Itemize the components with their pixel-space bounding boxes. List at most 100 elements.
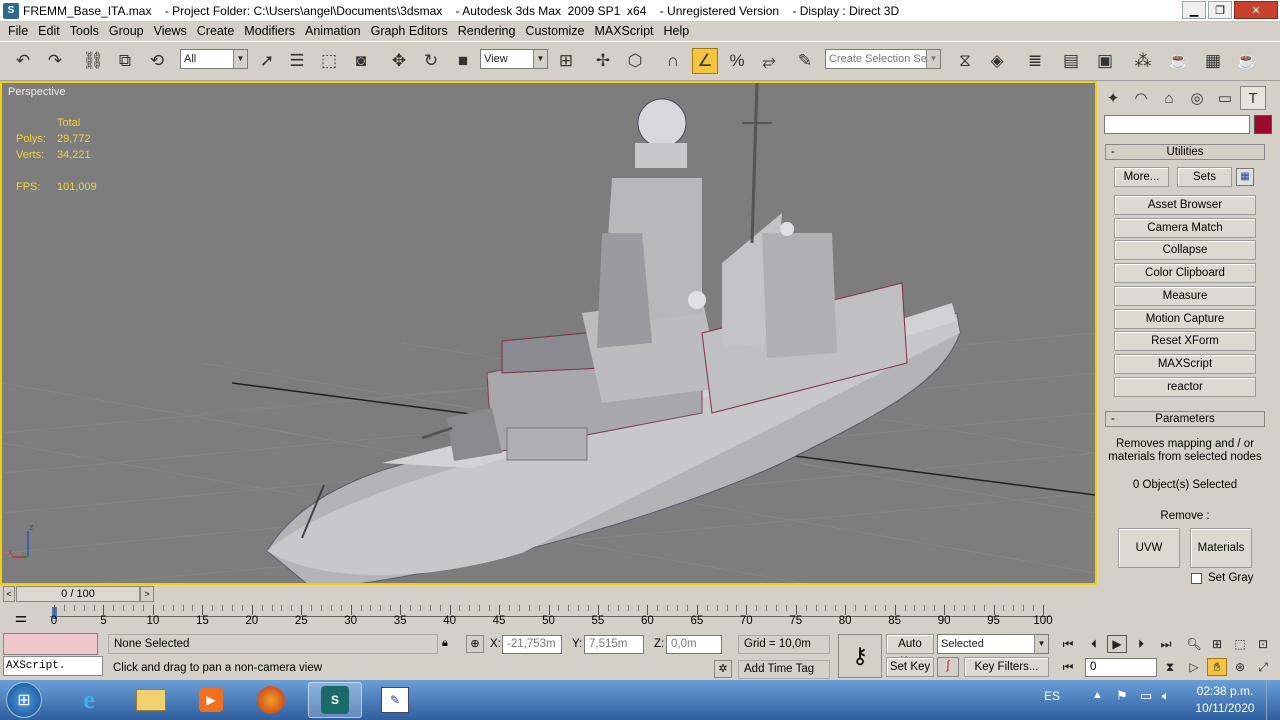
menu-modifiers[interactable]: Modifiers [239, 22, 300, 41]
keyboard-shortcut-override-icon[interactable]: ⬡ [622, 48, 648, 74]
auto-key-button[interactable]: Auto Key [886, 634, 934, 668]
menu-animation[interactable]: Animation [300, 22, 366, 41]
window-crossing-icon[interactable]: ◙ [348, 48, 374, 74]
key-filters-button[interactable]: Key Filters... [964, 657, 1049, 677]
color-clipboard-button[interactable]: Color Clipboard [1114, 263, 1256, 283]
key-mode-toggle-icon[interactable]: ⏮ [1058, 658, 1078, 676]
perspective-viewport[interactable]: Perspective Total Polys: 29,772 Verts: 3… [0, 81, 1097, 585]
configure-button-sets-icon[interactable]: ▦ [1236, 168, 1254, 186]
object-color-swatch[interactable] [1254, 115, 1272, 134]
object-name-field[interactable] [1104, 115, 1250, 134]
next-frame-icon[interactable]: ⏵ [1131, 635, 1151, 653]
menu-edit[interactable]: Edit [33, 22, 65, 41]
absolute-mode-transform-icon[interactable]: ⊕ [466, 635, 484, 653]
material-editor-icon[interactable]: ⁂ [1130, 48, 1156, 74]
angle-snap-icon[interactable]: ∠ [692, 48, 718, 74]
maxscript-mini-listener[interactable]: AXScript. [3, 656, 103, 676]
align-icon[interactable]: ◈ [984, 48, 1010, 74]
pivot-center-icon[interactable]: ⊞ [553, 48, 579, 74]
rendered-frame-window-icon[interactable]: ▦ [1200, 48, 1226, 74]
reactor-button[interactable]: reactor [1114, 377, 1256, 397]
mirror-icon[interactable]: ⧖ [952, 48, 978, 74]
sets-button[interactable]: Sets [1177, 167, 1232, 187]
mini-curve-editor-icon[interactable]: ⚌ [10, 609, 32, 627]
menu-group[interactable]: Group [104, 22, 149, 41]
spinner-snap-icon[interactable]: ⥂ [756, 48, 782, 74]
modify-tab-icon[interactable]: ◠ [1128, 86, 1154, 110]
zoom-extents-all-icon[interactable]: ⊡ [1253, 635, 1273, 653]
internet-explorer-icon[interactable]: e [62, 682, 116, 718]
menu-customize[interactable]: Customize [520, 22, 589, 41]
parameters-rollout-header[interactable]: - Parameters [1105, 411, 1265, 427]
restore-button[interactable]: ❐ [1208, 1, 1232, 19]
slider-prev-icon[interactable]: < [3, 586, 15, 602]
reference-coordinate-dropdown[interactable]: View ▼ [480, 49, 548, 69]
menu-create[interactable]: Create [192, 22, 240, 41]
clock-date[interactable]: 10/11/2020 [1192, 701, 1258, 715]
orbit-icon[interactable]: ⊛ [1230, 658, 1250, 676]
uvw-button[interactable]: UVW [1118, 528, 1180, 568]
maxscript-button[interactable]: MAXScript [1114, 354, 1256, 374]
play-icon[interactable]: ▶ [1107, 635, 1127, 653]
3dsmax-taskbar-icon[interactable]: S [308, 682, 362, 718]
menu-tools[interactable]: Tools [65, 22, 104, 41]
zoom-icon[interactable]: 🔍︎ [1184, 635, 1204, 653]
viewport-label[interactable]: Perspective [8, 86, 65, 98]
unlink-icon[interactable]: ⧉ [112, 48, 138, 74]
rectangular-selection-icon[interactable]: ⬚ [316, 48, 342, 74]
default-in-out-tangents-icon[interactable]: ∫ [937, 657, 959, 677]
hierarchy-tab-icon[interactable]: ⌂ [1156, 86, 1182, 110]
volume-icon[interactable]: 🔈︎ [1162, 688, 1170, 704]
3dsmax-icon[interactable]: S [3, 2, 19, 19]
set-key-button[interactable]: Set Key [886, 657, 934, 677]
lock-selection-icon[interactable]: 🔒︎ [442, 637, 454, 651]
create-tab-icon[interactable]: ✦ [1100, 86, 1126, 110]
named-selection-sets-dropdown[interactable]: Create Selection Set ▼ [825, 49, 941, 69]
select-object-icon[interactable]: ➚ [254, 48, 280, 74]
reset-xform-button[interactable]: Reset XForm [1114, 331, 1256, 351]
snap-toggle-icon[interactable]: ∩ [660, 48, 686, 74]
file-explorer-icon[interactable] [124, 682, 178, 718]
menu-rendering[interactable]: Rendering [453, 22, 521, 41]
maximize-viewport-icon[interactable]: ⤢ [1253, 658, 1273, 676]
more-button[interactable]: More... [1114, 167, 1169, 187]
go-to-start-icon[interactable]: ⏮ [1058, 635, 1078, 653]
slider-next-icon[interactable]: > [140, 586, 154, 602]
menu-help[interactable]: Help [659, 22, 695, 41]
schematic-view-icon[interactable]: ▣ [1092, 48, 1118, 74]
select-by-name-icon[interactable]: ☰ [284, 48, 310, 74]
show-hidden-icons-icon[interactable]: ▲ [1092, 689, 1103, 701]
x-coordinate-field[interactable]: -21,753m [502, 635, 562, 654]
close-button[interactable]: ✕ [1234, 1, 1278, 19]
pan-view-icon[interactable]: ✋︎ [1207, 658, 1227, 676]
edit-named-selection-icon[interactable]: ✎ [792, 48, 818, 74]
key-mode-dropdown[interactable]: Selected ▼ [937, 634, 1049, 654]
field-of-view-icon[interactable]: ▷ [1184, 658, 1204, 676]
curve-editor-icon[interactable]: ▤ [1058, 48, 1084, 74]
previous-frame-icon[interactable]: ⏴ [1084, 635, 1104, 653]
measure-button[interactable]: Measure [1114, 286, 1256, 306]
media-player-icon[interactable]: ▶ [184, 682, 238, 718]
menu-graph-editors[interactable]: Graph Editors [366, 22, 453, 41]
go-to-end-icon[interactable]: ⏭ [1156, 635, 1176, 653]
layer-manager-icon[interactable]: ≣ [1022, 48, 1048, 74]
motion-capture-button[interactable]: Motion Capture [1114, 309, 1256, 329]
set-key-icon[interactable]: ⚷ [838, 634, 882, 678]
percent-snap-icon[interactable]: % [724, 48, 750, 74]
materials-button[interactable]: Materials [1190, 528, 1252, 568]
firefox-icon[interactable] [244, 682, 298, 718]
motion-tab-icon[interactable]: ◎ [1184, 86, 1210, 110]
redo-icon[interactable]: ↷ [42, 48, 68, 74]
current-frame-field[interactable]: 0 [1085, 658, 1157, 677]
paint-icon[interactable]: ✎ [368, 682, 422, 718]
menu-views[interactable]: Views [149, 22, 192, 41]
manipulate-icon[interactable]: ✢ [590, 48, 616, 74]
start-button-icon[interactable]: ⊞ [6, 682, 42, 718]
quick-render-icon[interactable]: ☕ [1234, 48, 1260, 74]
utilities-tab-icon[interactable]: T [1240, 86, 1266, 110]
render-setup-icon[interactable]: ☕ [1166, 48, 1192, 74]
z-coordinate-field[interactable]: 0,0m [666, 635, 722, 654]
frigate-model[interactable] [266, 83, 961, 583]
undo-icon[interactable]: ↶ [10, 48, 36, 74]
asset-browser-button[interactable]: Asset Browser [1114, 195, 1256, 215]
